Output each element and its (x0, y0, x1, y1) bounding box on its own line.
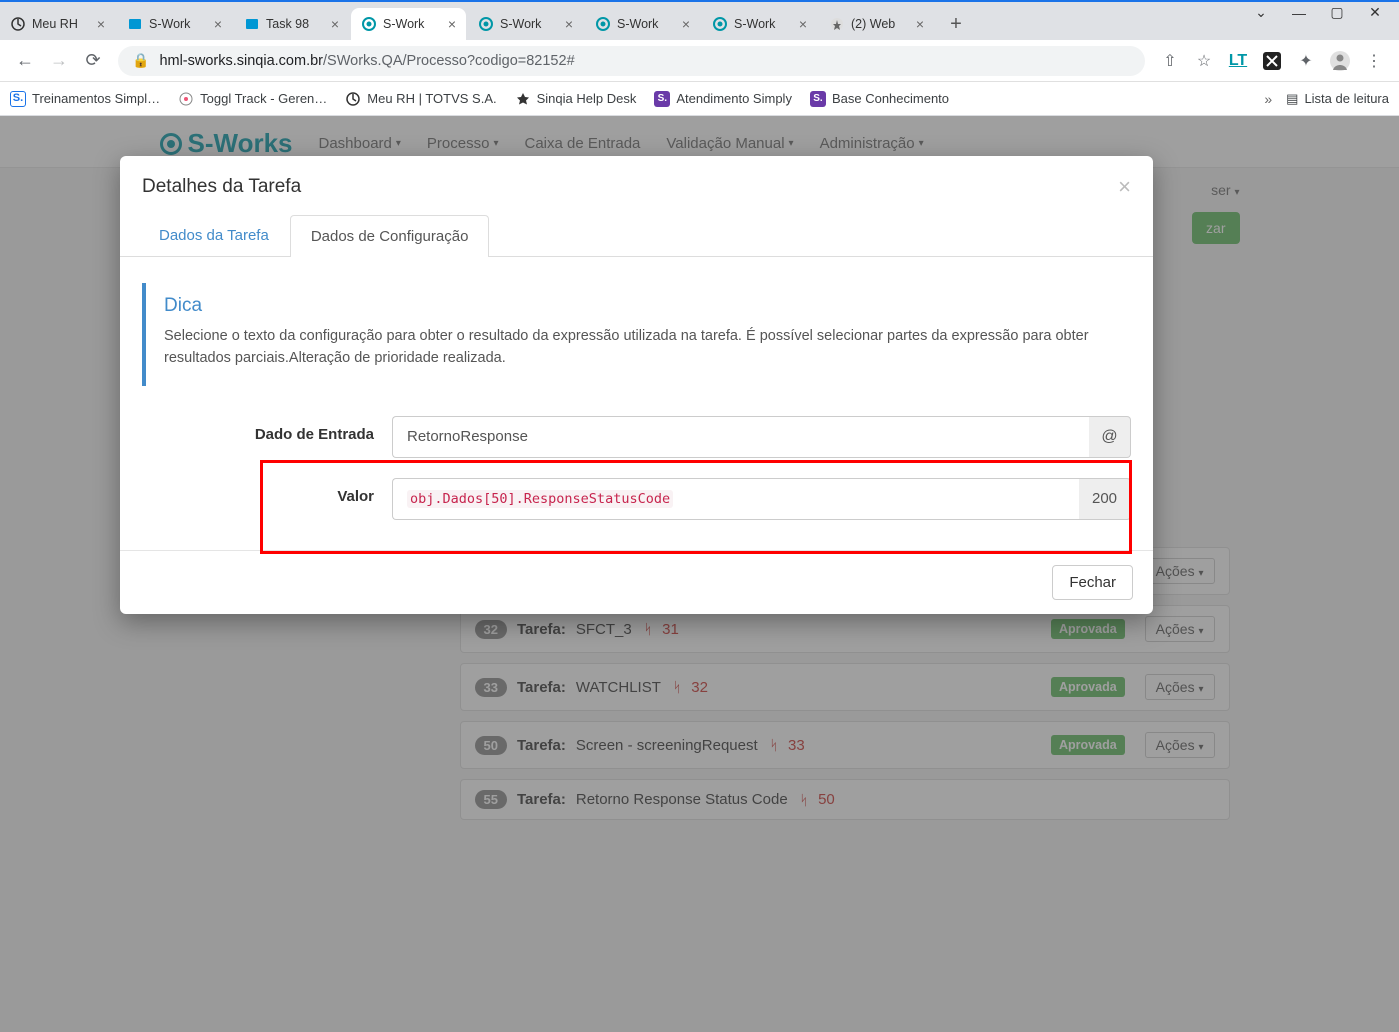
close-window-icon[interactable]: ✕ (1365, 4, 1385, 21)
reading-list[interactable]: ▤Lista de leitura (1286, 91, 1389, 107)
close-icon[interactable]: × (682, 16, 690, 32)
valor-result-badge: 200 (1079, 478, 1131, 520)
browser-tab[interactable]: (2) Web × (819, 8, 934, 40)
browser-tab[interactable]: S-Work × (702, 8, 817, 40)
reading-list-icon: ▤ (1286, 91, 1298, 107)
bookmark[interactable]: S.Base Conhecimento (810, 91, 949, 107)
tab-title: S-Work (734, 17, 795, 31)
forward-button[interactable]: → (42, 44, 76, 78)
close-icon[interactable]: × (565, 16, 573, 32)
favicon-icon (595, 16, 611, 32)
favicon-icon (829, 16, 845, 32)
profile-icon[interactable] (1329, 50, 1351, 72)
bookmarks-bar: S.Treinamentos Simpl… Toggl Track - Gere… (0, 82, 1399, 116)
form-row-dado: Dado de Entrada RetornoResponse @ (142, 416, 1131, 458)
extensions-icon[interactable]: ✦ (1295, 50, 1317, 72)
close-icon[interactable]: × (331, 16, 339, 32)
star-icon[interactable]: ☆ (1193, 50, 1215, 72)
favicon-icon (361, 16, 377, 32)
chevron-down-icon[interactable]: ⌄ (1251, 4, 1271, 21)
modal-tabs: Dados da Tarefa Dados de Configuração (120, 214, 1153, 257)
tab-title: Meu RH (32, 17, 93, 31)
hint-box: Dica Selecione o texto da configuração p… (142, 283, 1131, 386)
bookmark[interactable]: S.Atendimento Simply (654, 91, 792, 107)
bookmark[interactable]: S.Treinamentos Simpl… (10, 91, 160, 107)
new-tab-button[interactable]: + (942, 10, 970, 38)
valor-field[interactable]: obj.Dados[50].ResponseStatusCode (392, 478, 1079, 520)
browser-tab-bar: Meu RH × S-Work × Task 98 × S-Work × S-W… (0, 2, 1399, 40)
tab-dados-config[interactable]: Dados de Configuração (290, 215, 490, 257)
tab-title: S-Work (149, 17, 210, 31)
menu-icon[interactable]: ⋮ (1363, 50, 1385, 72)
tab-title: S-Work (383, 17, 444, 31)
bookmark[interactable]: Sinqia Help Desk (515, 91, 637, 107)
browser-tab[interactable]: S-Work × (117, 8, 232, 40)
favicon-icon (244, 16, 260, 32)
minimize-icon[interactable]: — (1289, 5, 1309, 21)
close-icon[interactable]: × (799, 16, 807, 32)
favicon-icon (10, 16, 26, 32)
bookmark[interactable]: Meu RH | TOTVS S.A. (345, 91, 496, 107)
tab-title: S-Work (500, 17, 561, 31)
browser-tab[interactable]: Meu RH × (0, 8, 115, 40)
reload-button[interactable]: ⟳ (76, 44, 110, 78)
dado-entrada-field[interactable]: RetornoResponse (392, 416, 1089, 458)
address-bar: ← → ⟳ 🔒 hml-sworks.sinqia.com.br/SWorks.… (0, 40, 1399, 82)
url-path: /SWorks.QA/Processo?codigo=82152# (323, 53, 575, 69)
hint-title: Dica (164, 295, 1113, 317)
close-icon[interactable]: × (214, 16, 222, 32)
window-controls: ⌄ — ▢ ✕ (1251, 4, 1399, 21)
hint-body: Selecione o texto da configuração para o… (164, 325, 1113, 370)
url-input[interactable]: 🔒 hml-sworks.sinqia.com.br/SWorks.QA/Pro… (118, 46, 1145, 76)
tab-dados-tarefa[interactable]: Dados da Tarefa (138, 214, 290, 256)
favicon-icon (712, 16, 728, 32)
browser-tab[interactable]: S-Work × (585, 8, 700, 40)
favicon-icon (127, 16, 143, 32)
label-valor: Valor (142, 478, 392, 520)
bookmark[interactable]: Toggl Track - Geren… (178, 91, 327, 107)
close-button[interactable]: Fechar (1052, 565, 1133, 600)
modal-dialog: Detalhes da Tarefa × Dados da Tarefa Dad… (120, 156, 1153, 614)
tab-title: Task 98 (266, 17, 327, 31)
close-icon[interactable]: × (916, 16, 924, 32)
bookmarks-more-icon[interactable]: » (1264, 91, 1272, 107)
maximize-icon[interactable]: ▢ (1327, 4, 1347, 21)
at-suffix-button[interactable]: @ (1089, 416, 1131, 458)
browser-tab[interactable]: Task 98 × (234, 8, 349, 40)
share-icon[interactable]: ⇧ (1159, 50, 1181, 72)
tab-title: S-Work (617, 17, 678, 31)
close-icon[interactable]: × (97, 16, 105, 32)
form-row-valor: Valor obj.Dados[50].ResponseStatusCode 2… (142, 478, 1131, 520)
url-domain: hml-sworks.sinqia.com.br (159, 53, 323, 69)
lock-icon: 🔒 (132, 52, 149, 69)
modal-title: Detalhes da Tarefa (142, 176, 301, 198)
label-dado-entrada: Dado de Entrada (142, 416, 392, 458)
tab-title: (2) Web (851, 17, 912, 31)
back-button[interactable]: ← (8, 44, 42, 78)
close-icon[interactable]: × (448, 16, 456, 32)
close-icon[interactable]: × (1118, 174, 1131, 200)
ext-icon[interactable]: LT (1227, 50, 1249, 72)
browser-tab[interactable]: S-Work × (468, 8, 583, 40)
ext2-icon[interactable] (1261, 50, 1283, 72)
browser-tab-active[interactable]: S-Work × (351, 8, 466, 40)
favicon-icon (478, 16, 494, 32)
